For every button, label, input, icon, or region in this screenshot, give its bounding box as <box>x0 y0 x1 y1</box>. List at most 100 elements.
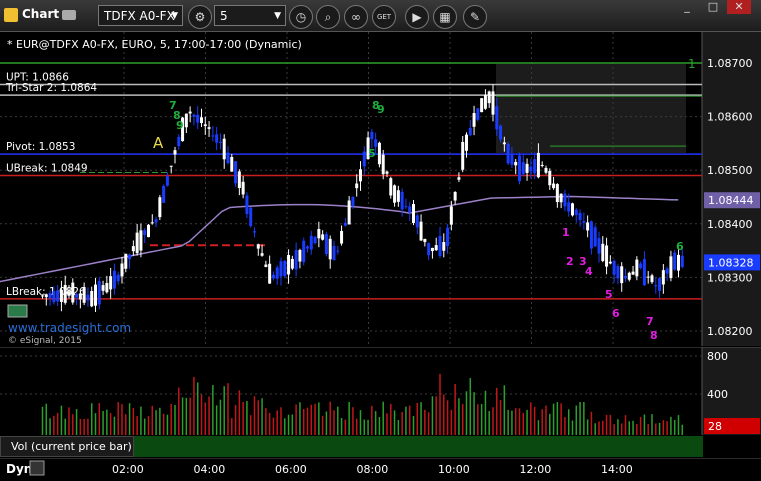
candle-body <box>177 136 181 147</box>
candle-body <box>56 290 60 302</box>
chart-icon <box>4 8 18 22</box>
time-tick-label: 02:00 <box>112 463 144 476</box>
minimize-button[interactable]: _ <box>675 0 699 14</box>
candle-body <box>457 177 461 180</box>
close-button[interactable]: ✕ <box>727 0 751 14</box>
candle-body <box>385 171 389 174</box>
candle-body <box>434 245 438 251</box>
candle-body <box>260 253 264 256</box>
candle-body <box>131 246 135 252</box>
candle-body <box>317 228 321 239</box>
candle-body <box>226 152 230 164</box>
candle-body <box>597 238 601 254</box>
volume-tick-label: 400 <box>707 388 728 401</box>
candle-body <box>264 264 268 267</box>
candle-body <box>169 165 173 167</box>
last-price-label: 1.08328 <box>708 256 754 269</box>
grid-icon[interactable]: ▦ <box>433 5 457 29</box>
clock-icon[interactable]: ◷ <box>289 5 313 29</box>
draw-tool-icon[interactable]: ✎ <box>463 5 487 29</box>
candle-body <box>222 138 226 160</box>
candle-body <box>453 191 457 201</box>
candle-body <box>245 195 249 215</box>
candle-body <box>559 193 563 203</box>
play-icon[interactable]: ▶ <box>405 5 429 29</box>
candle-body <box>627 272 631 280</box>
candle-body <box>423 238 427 243</box>
candle-body <box>135 232 139 254</box>
candle-body <box>393 185 397 203</box>
candle-body <box>499 125 503 140</box>
interval-value: 5 <box>220 9 228 23</box>
candle-body <box>63 284 67 303</box>
countdown-label: 7 <box>646 315 654 328</box>
candle-body <box>400 191 404 210</box>
candle-body <box>483 95 487 109</box>
candle-body <box>665 268 669 274</box>
watermark-site: www.tradesight.com <box>8 321 131 335</box>
candle-body <box>188 111 192 114</box>
link-icon[interactable]: ∞ <box>344 5 368 29</box>
candle-body <box>355 183 359 189</box>
candle-body <box>309 235 313 250</box>
candle-body <box>464 134 468 151</box>
candle-body <box>567 202 571 212</box>
level-label: Pivot: 1.0853 <box>6 141 75 153</box>
candle-body <box>616 266 620 279</box>
settings-gear-icon[interactable]: ⚙ <box>188 5 212 29</box>
search-icon[interactable]: ⌕ <box>316 5 340 29</box>
candle-body <box>116 274 120 282</box>
volume-tick-label: 800 <box>707 350 728 363</box>
candle-body <box>487 91 491 104</box>
maximize-button[interactable]: □ <box>701 0 725 14</box>
volume-label[interactable]: Vol (current price bar) <box>0 436 134 457</box>
volume-chart[interactable]: 800 400 28 <box>0 347 761 435</box>
app-title: Chart <box>22 7 60 21</box>
candle-body <box>517 155 521 182</box>
countdown-label: 1 <box>562 226 570 239</box>
candle-body <box>555 184 559 203</box>
candle-body <box>491 91 495 115</box>
time-tick-label: 08:00 <box>357 463 389 476</box>
candle-body <box>358 169 362 182</box>
candle-body <box>268 263 272 284</box>
symbol-selector[interactable]: TDFX A0-FX ▼ <box>98 5 183 26</box>
candle-body <box>109 276 113 290</box>
price-tick-label: 1.08500 <box>707 164 753 177</box>
get-button[interactable]: GET <box>372 5 396 29</box>
candle-body <box>646 276 650 278</box>
price-tick-label: 1.08200 <box>707 325 753 338</box>
time-tick-label: 04:00 <box>194 463 226 476</box>
candle-body <box>86 294 90 301</box>
candle-body <box>658 278 662 291</box>
candle-body <box>82 287 86 303</box>
candle-body <box>93 284 97 306</box>
dyn-lock-icon[interactable] <box>29 460 45 476</box>
time-tick-label: 12:00 <box>520 463 552 476</box>
candle-body <box>586 222 590 231</box>
candle-body <box>548 170 552 186</box>
interval-selector[interactable]: 5 ▼ <box>214 5 286 26</box>
candle-body <box>321 234 325 240</box>
price-chart[interactable]: UPT: 1.0866Tri-Star 2: 1.0864Pivot: 1.08… <box>0 32 761 346</box>
setup-count-label: 9 <box>176 119 184 132</box>
candle-body <box>419 221 423 241</box>
candle-body <box>411 204 415 223</box>
candle-body <box>676 254 680 271</box>
countdown-label: 4 <box>585 265 593 278</box>
candle-body <box>75 294 79 298</box>
candle-body <box>290 258 294 269</box>
candle-body <box>438 235 442 257</box>
candle-body <box>608 261 612 264</box>
candle-body <box>41 295 44 297</box>
dyn-mode[interactable]: Dyn <box>6 462 32 476</box>
candle-body <box>389 178 393 196</box>
candle-body <box>680 255 684 268</box>
level-label: UBreak: 1.0849 <box>6 163 88 175</box>
countdown-label: 5 <box>605 288 613 301</box>
candle-body <box>370 131 374 140</box>
candle-body <box>234 161 238 184</box>
candle-body <box>283 260 287 277</box>
candle-body <box>313 236 317 244</box>
candle-body <box>218 141 222 143</box>
